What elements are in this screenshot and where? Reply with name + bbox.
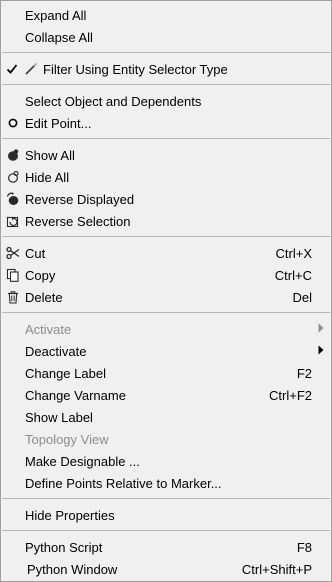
trash-icon [5,289,21,305]
menu-item-show-label[interactable]: Show Label [1,406,331,428]
menu-separator [2,530,330,531]
menu-item-delete[interactable]: Delete Del [1,286,331,308]
change-label-shortcut: F2 [296,366,312,381]
chevron-right-icon [318,345,324,355]
menu-item-select-object-dependents[interactable]: Select Object and Dependents [1,90,331,112]
menu-separator [2,138,330,139]
menu-item-collapse-all[interactable]: Collapse All [1,26,331,48]
change-label-label: Change Label [25,366,106,381]
show-label-label: Show Label [25,410,93,425]
define-points-relative-label: Define Points Relative to Marker... [25,476,222,491]
menu-item-filter-using-type[interactable]: Filter Using Entity Selector Type [1,58,331,80]
reverse-displayed-icon [5,191,21,207]
reverse-selection-label: Reverse Selection [25,214,131,229]
activate-label: Activate [25,322,72,337]
copy-shortcut: Ctrl+C [274,268,312,283]
filter-wand-icon [23,61,39,77]
menu-separator [2,52,330,53]
select-object-dependents-label: Select Object and Dependents [25,94,202,109]
menu-item-copy[interactable]: Copy Ctrl+C [1,264,331,286]
show-all-icon [5,147,21,163]
menu-separator [2,236,330,237]
hide-all-label: Hide All [25,170,70,185]
deactivate-label: Deactivate [25,344,87,359]
hide-all-icon [5,169,21,185]
menu-item-cut[interactable]: Cut Ctrl+X [1,242,331,264]
menu-item-change-varname[interactable]: Change Varname Ctrl+F2 [1,384,331,406]
change-varname-label: Change Varname [25,388,126,403]
radio-dot-icon [5,115,21,131]
python-script-label: Python Script [25,540,103,555]
scissors-icon [5,245,21,261]
menu-item-python-script[interactable]: Python Script F8 [1,536,331,558]
menu-item-deactivate[interactable]: Deactivate [1,340,331,362]
menu-item-hide-properties[interactable]: Hide Properties [1,504,331,526]
menu-item-reverse-displayed[interactable]: Reverse Displayed [1,188,331,210]
edit-point-label: Edit Point... [25,116,92,131]
menu-separator [2,312,330,313]
copy-label: Copy [25,268,56,283]
python-window-label: Python Window [27,562,118,577]
python-window-shortcut: Ctrl+Shift+P [241,562,312,577]
reverse-selection-icon [5,213,21,229]
menu-item-make-designable[interactable]: Make Designable ... [1,450,331,472]
menu-item-show-all[interactable]: Show All [1,144,331,166]
make-designable-label: Make Designable ... [25,454,140,469]
copy-icon [5,267,21,283]
menu-separator [2,498,330,499]
menu-separator [2,84,330,85]
reverse-displayed-label: Reverse Displayed [25,192,135,207]
chevron-right-icon [318,323,324,333]
collapse-all-label: Collapse All [25,30,93,45]
cut-shortcut: Ctrl+X [275,246,312,261]
expand-all-label: Expand All [25,8,87,23]
hide-properties-label: Hide Properties [25,508,115,523]
context-menu: Expand All Collapse All Filter Using Ent… [0,0,332,582]
delete-label: Delete [25,290,63,305]
check-mark-icon [4,61,20,77]
menu-item-hide-all[interactable]: Hide All [1,166,331,188]
menu-item-define-points-relative[interactable]: Define Points Relative to Marker... [1,472,331,494]
menu-item-activate[interactable]: Activate [1,318,331,340]
menu-item-expand-all[interactable]: Expand All [1,4,331,26]
delete-shortcut: Del [292,290,312,305]
change-varname-shortcut: Ctrl+F2 [269,388,312,403]
filter-using-type-label: Filter Using Entity Selector Type [43,62,228,77]
menu-item-change-label[interactable]: Change Label F2 [1,362,331,384]
menu-item-python-window[interactable]: Python Window Ctrl+Shift+P [1,558,331,580]
python-script-shortcut: F8 [296,540,312,555]
topology-view-label: Topology View [25,432,109,447]
menu-item-reverse-selection[interactable]: Reverse Selection [1,210,331,232]
show-all-label: Show All [25,148,75,163]
menu-item-edit-point[interactable]: Edit Point... [1,112,331,134]
cut-label: Cut [25,246,46,261]
menu-item-topology-view[interactable]: Topology View [1,428,331,450]
